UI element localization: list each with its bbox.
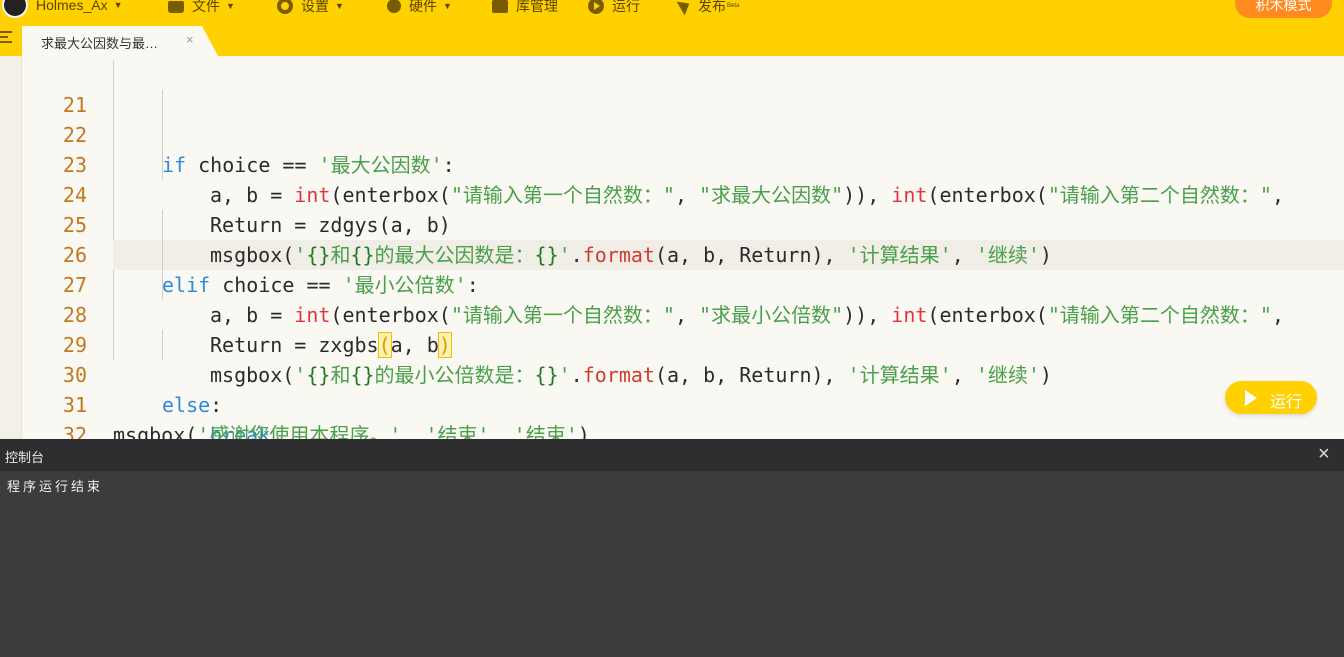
bracket-match: ( (377, 332, 392, 358)
chevron-down-icon: ▼ (113, 0, 123, 10)
avatar[interactable] (2, 0, 28, 18)
play-icon (1245, 390, 1257, 406)
code-line-24: 24 msgbox('{}和{}的最大公因数是：{}'.format(a, b,… (0, 150, 1052, 267)
code-line-29: 29 else: (0, 300, 222, 417)
sidebar-toggle-icon[interactable] (0, 30, 14, 44)
menu-settings-label: 设置 (301, 0, 329, 14)
code-line-22: 22 a, b = int(enterbox("请输入第一个自然数：", "求最… (0, 90, 1284, 207)
line-text: if choice == '最大公因数': (162, 153, 455, 177)
menu-library-label: 库管理 (516, 0, 558, 14)
folder-icon (168, 1, 184, 13)
console-output: 程序运行结束 (7, 479, 104, 494)
chevron-down-icon: ▼ (335, 1, 344, 11)
line-text: msgbox('{}和{}的最小公倍数是：{}'.format(a, b, Re… (210, 363, 1052, 387)
menu-bar: Holmes_Ax ▼ 文件 ▼ 设置 ▼ 硬件 ▼ 库管理 运行 发布 Beta… (0, 0, 1344, 18)
block-mode-button[interactable]: 积木模式 (1235, 0, 1332, 18)
run-button-label: 运行 (1270, 394, 1303, 411)
line-text: msgbox('{}和{}的最大公因数是：{}'.format(a, b, Re… (210, 243, 1052, 267)
code-line-30: 30 break (0, 330, 270, 439)
menu-library[interactable]: 库管理 (492, 0, 558, 16)
run-button[interactable]: 运行 (1225, 381, 1317, 414)
menu-hardware-label: 硬件 (409, 0, 437, 14)
code-line-25: 25 elif choice == '最小公倍数': (0, 180, 479, 297)
tab-title: 求最大公因数与最… (41, 36, 159, 51)
menu-publish-label: 发布 (698, 0, 726, 14)
username: Holmes_Ax (36, 0, 108, 13)
tab-file[interactable]: 求最大公因数与最… × (22, 26, 218, 56)
beta-badge: Beta (727, 3, 740, 9)
library-icon (492, 0, 508, 13)
code-editor[interactable]: 21 if choice == '最大公因数': 22 a, b = int(e… (0, 56, 1344, 439)
user-menu[interactable]: Holmes_Ax ▼ (2, 0, 123, 18)
line-text: a, b = int(enterbox("请输入第一个自然数：", "求最小公倍… (210, 303, 1284, 327)
line-number: 32 (62, 423, 87, 439)
menu-file[interactable]: 文件 ▼ (168, 0, 235, 16)
console-header: 控制台 × (0, 439, 1344, 471)
menu-settings[interactable]: 设置 ▼ (277, 0, 344, 16)
bracket-match: ) (437, 332, 452, 358)
play-icon (588, 0, 604, 14)
gear-icon (277, 0, 293, 14)
code-line-28: 28 msgbox('{}和{}的最小公倍数是：{}'.format(a, b,… (0, 270, 1052, 387)
line-text: a, b = int(enterbox("请输入第一个自然数：", "求最大公因… (210, 183, 1284, 207)
tab-strip: 求最大公因数与最… × (0, 18, 1344, 56)
line-text: msgbox('感谢您使用本程序。', '结束', '结束') (113, 423, 590, 439)
code-lines: 21 if choice == '最大公因数': 22 a, b = int(e… (0, 60, 1284, 439)
menu-run[interactable]: 运行 (588, 0, 640, 16)
menu-file-label: 文件 (192, 0, 220, 14)
line-text: else: (162, 393, 223, 417)
code-line-31: 31 msgbox('感谢您使用本程序。', '结束', '结束') (0, 360, 590, 439)
menu-run-label: 运行 (612, 0, 640, 14)
line-text: elif choice == '最小公倍数': (162, 273, 479, 297)
chevron-down-icon: ▼ (226, 1, 235, 11)
code-line-27: 27 Return = zxgbs(a, b) (0, 240, 452, 358)
console-panel: 控制台 × 程序运行结束 (0, 439, 1344, 657)
close-icon[interactable]: × (1318, 443, 1330, 466)
code-line-32: 32 (0, 390, 87, 439)
line-text: Return = zxgbs(a, b) (210, 332, 452, 358)
paper-plane-icon (676, 0, 694, 16)
code-line-26: 26 a, b = int(enterbox("请输入第一个自然数：", "求最… (0, 210, 1284, 327)
line-text: Return = zdgys(a, b) (210, 213, 451, 237)
menu-hardware[interactable]: 硬件 ▼ (387, 0, 452, 16)
chevron-down-icon: ▼ (443, 1, 452, 11)
code-line-23: 23 Return = zdgys(a, b) (0, 120, 451, 237)
console-title: 控制台 (5, 450, 45, 465)
hardware-icon (387, 0, 401, 13)
close-icon[interactable]: × (186, 32, 194, 47)
code-line-21: 21 if choice == '最大公因数': (0, 60, 455, 177)
menu-publish[interactable]: 发布 Beta (676, 0, 740, 16)
